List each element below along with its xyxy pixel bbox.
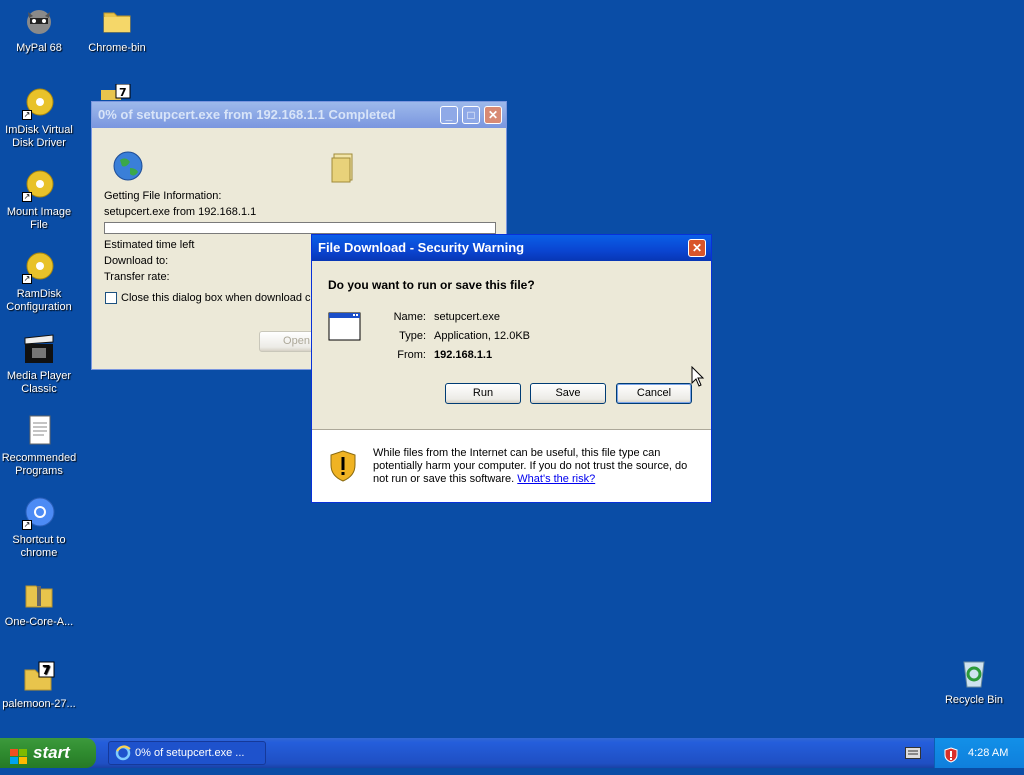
progress-window-titlebar[interactable]: 0% of setupcert.exe from 192.168.1.1 Com… <box>92 102 506 128</box>
shield-warning-icon <box>328 449 358 486</box>
run-button[interactable]: Run <box>445 383 521 404</box>
mouse-cursor-icon <box>691 365 705 391</box>
document-folder-icon <box>330 150 358 187</box>
svg-text:7: 7 <box>119 86 127 99</box>
maximize-icon[interactable]: □ <box>462 106 480 124</box>
desktop-icon-mount-image[interactable]: ↗ Mount Image File <box>0 168 81 232</box>
system-tray: 4:28 AM <box>934 738 1024 768</box>
estimated-time-label: Estimated time left <box>104 239 195 251</box>
cd-disc-icon: ↗ <box>22 86 56 120</box>
security-shield-icon[interactable] <box>943 745 959 775</box>
close-when-done-label: Close this dialog box when download co <box>121 292 317 304</box>
file-source-label: setupcert.exe from 192.168.1.1 <box>104 206 257 218</box>
cd-disc-icon: ↗ <box>22 250 56 284</box>
type-label: Type: <box>399 330 426 342</box>
shortcut-arrow-icon: ↗ <box>22 110 32 120</box>
chrome-icon: ↗ <box>22 496 56 530</box>
shortcut-arrow-icon: ↗ <box>22 520 32 530</box>
desktop-icon-label: Chrome-bin <box>88 42 146 54</box>
save-button[interactable]: Save <box>530 383 606 404</box>
desktop-icon-ramdisk[interactable]: ↗ RamDisk Configuration <box>0 250 81 314</box>
warning-text-block: While files from the Internet can be use… <box>373 447 699 486</box>
7zip-archive-icon: 7 <box>22 660 56 694</box>
desktop-icon-label: Recommended Programs <box>1 452 77 477</box>
desktop-icon-label: Shortcut to chrome <box>12 534 66 559</box>
desktop-icon-label: Recycle Bin <box>944 694 1004 706</box>
close-icon[interactable]: ✕ <box>688 239 706 257</box>
svg-text:7: 7 <box>42 663 50 677</box>
cancel-button[interactable]: Cancel <box>616 383 692 404</box>
name-value: setupcert.exe <box>434 311 501 323</box>
taskbar-item-label: 0% of setupcert.exe ... <box>135 747 245 759</box>
security-warning-dialog: File Download - Security Warning ✕ Do yo… <box>311 234 712 503</box>
desktop-icon-label: palemoon-27... <box>2 698 76 710</box>
keyboard-icon[interactable] <box>905 747 921 762</box>
desktop-icon-media-player[interactable]: Media Player Classic <box>0 332 81 396</box>
cd-disc-icon: ↗ <box>22 168 56 202</box>
desktop-icon-palemoon[interactable]: 7 palemoon-27... <box>0 660 81 711</box>
security-dialog-title: File Download - Security Warning <box>318 240 525 255</box>
close-when-done-checkbox[interactable] <box>105 292 117 304</box>
close-icon[interactable]: ✕ <box>484 106 502 124</box>
taskbar-item-download[interactable]: 0% of setupcert.exe ... <box>108 741 266 765</box>
desktop: MyPal 68 Chrome-bin ↗ ImDisk Virtual Dis… <box>0 0 1024 738</box>
transfer-rate-label: Transfer rate: <box>104 271 170 283</box>
whats-the-risk-link[interactable]: What's the risk? <box>517 473 595 485</box>
taskbar: start 0% of setupcert.exe ... 4:28 AM <box>0 738 1024 768</box>
desktop-icon-label: One-Core-A... <box>4 616 74 628</box>
from-label: From: <box>397 349 426 361</box>
hidden-7zip-icon: 7 <box>101 84 133 100</box>
desktop-icon-chrome-shortcut[interactable]: ↗ Shortcut to chrome <box>0 496 81 560</box>
desktop-icon-imdisk[interactable]: ↗ ImDisk Virtual Disk Driver <box>0 86 81 150</box>
desktop-icon-mypal[interactable]: MyPal 68 <box>0 4 81 55</box>
recycle-bin-icon <box>957 656 991 690</box>
desktop-icon-label: RamDisk Configuration <box>6 288 72 313</box>
desktop-icon-label: MyPal 68 <box>16 42 62 54</box>
desktop-icon-recycle-bin[interactable]: Recycle Bin <box>932 656 1016 707</box>
desktop-icon-label: Mount Image File <box>6 206 72 231</box>
desktop-icon-recommended[interactable]: Recommended Programs <box>0 414 81 478</box>
clapperboard-icon <box>22 332 56 366</box>
minimize-icon[interactable]: _ <box>440 106 458 124</box>
start-label: start <box>33 743 70 762</box>
download-to-label: Download to: <box>104 255 169 267</box>
clock[interactable]: 4:28 AM <box>968 738 1008 768</box>
raccoon-icon <box>22 4 56 38</box>
folder-icon <box>100 4 134 38</box>
shortcut-arrow-icon: ↗ <box>22 274 32 284</box>
shortcut-arrow-icon: ↗ <box>22 192 32 202</box>
desktop-icon-chrome-bin[interactable]: Chrome-bin <box>75 4 159 55</box>
progress-window-title: 0% of setupcert.exe from 192.168.1.1 Com… <box>98 107 396 122</box>
from-value: 192.168.1.1 <box>434 349 493 361</box>
windows-logo-icon <box>10 745 28 775</box>
document-icon <box>22 414 56 448</box>
desktop-icon-label: Media Player Classic <box>6 370 72 395</box>
getting-info-label: Getting File Information: <box>104 190 222 202</box>
ie-icon <box>115 745 131 764</box>
desktop-icon-label: ImDisk Virtual Disk Driver <box>5 124 73 149</box>
desktop-icon-one-core[interactable]: One-Core-A... <box>0 578 81 629</box>
application-file-icon <box>328 312 362 345</box>
security-dialog-titlebar[interactable]: File Download - Security Warning ✕ <box>312 235 711 261</box>
name-label: Name: <box>393 311 426 323</box>
zip-folder-icon <box>22 578 56 612</box>
type-value: Application, 12.0KB <box>434 330 531 342</box>
progress-bar <box>104 222 496 234</box>
globe-icon <box>112 150 144 185</box>
start-button[interactable]: start <box>0 738 96 768</box>
question-label: Do you want to run or save this file? <box>328 278 535 292</box>
